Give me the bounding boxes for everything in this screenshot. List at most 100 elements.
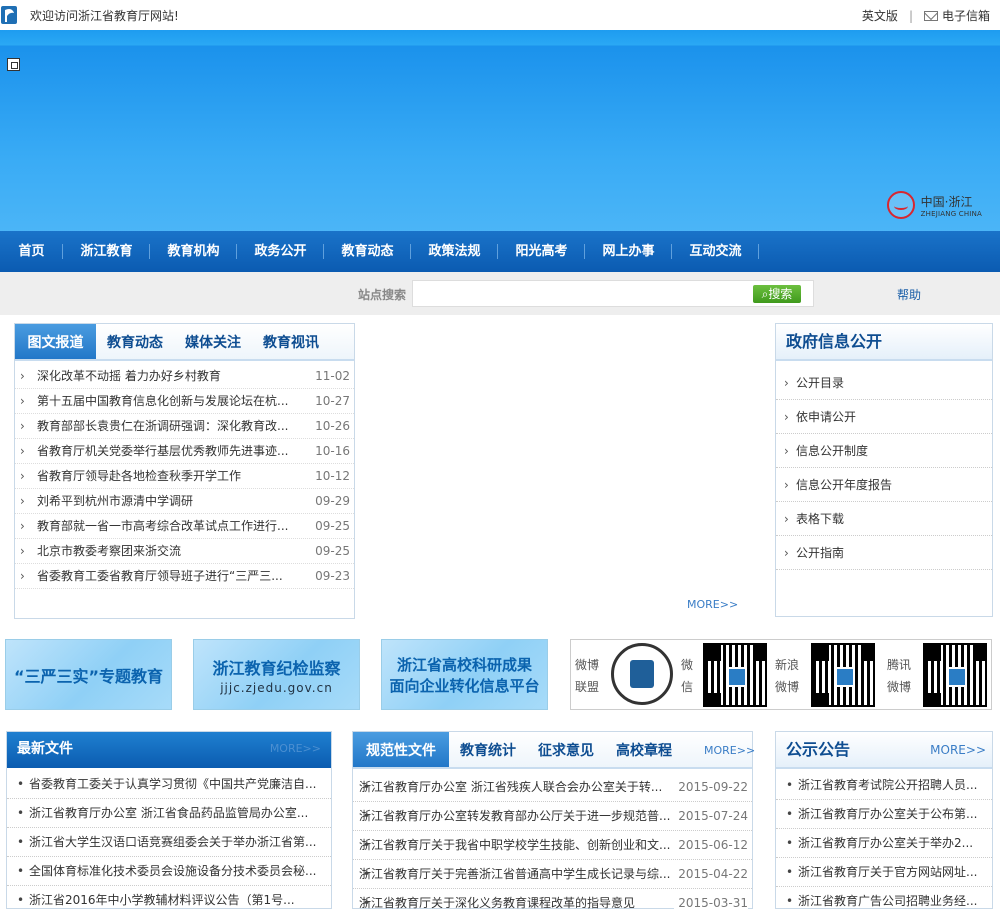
email-link[interactable]: 电子信箱 [923,7,990,24]
zhejiang-education-seal-icon[interactable] [611,643,673,705]
promo-discipline-inspection[interactable]: 浙江教育纪检监察 jjjc.zjedu.gov.cn [193,639,360,710]
nav-education-institutions[interactable]: 教育机构 [150,231,237,272]
social-media-box: 微博联盟 微信 新浪微博 腾讯微博 [570,639,992,710]
nav-home[interactable]: 首页 [0,231,63,272]
latest-files-more-link[interactable]: MORE>> [270,732,321,766]
gov-info-item[interactable]: 表格下载 [776,502,992,536]
news-item[interactable]: 教育部就一省一市高考综合改革试点工作进行...09-25 [15,514,354,539]
notice-item[interactable]: 浙江省教育厅关于官方网站网址... [776,858,992,887]
news-item[interactable]: 北京市教委考察团来浙交流09-25 [15,539,354,564]
latest-file-item[interactable]: 浙江省2016年中小学教辅材料评议公告（第1号... [7,886,331,909]
promo-subtitle: jjjc.zjedu.gov.cn [220,680,333,695]
docs-more-link[interactable]: MORE>> [704,744,755,757]
sina-weibo-label: 新浪微博 [774,658,799,694]
news-item[interactable]: 省教育厅机关党委举行基层优秀教师先进事迹...10-16 [15,439,354,464]
notice-item[interactable]: 浙江省教育厅办公室关于公布第... [776,800,992,829]
news-more-link[interactable]: MORE>> [687,598,738,611]
latest-files-header: 最新文件 MORE>> [7,732,331,768]
wechat-qr-icon[interactable] [703,643,767,707]
nav-government-affairs[interactable]: 政务公开 [237,231,324,272]
notice-panel: 公示公告 MORE>> 浙江省教育考试院公开招聘人员... 浙江省教育厅办公室关… [775,731,993,909]
zhejiang-logo-en: ZHEJIANG CHINA [920,209,982,218]
tab-education-statistics[interactable]: 教育统计 [449,732,527,767]
docs-list: 浙江省教育厅办公室 浙江省残疾人联合会办公室关于转...2015-09-22 浙… [353,773,752,909]
tab-education-video[interactable]: 教育视讯 [252,324,330,359]
wechat-label: 微信 [680,658,693,694]
tencent-weibo-label: 腾讯微博 [886,658,911,694]
news-item[interactable]: 第十五届中国教育信息化创新与发展论坛在杭...10-27 [15,389,354,414]
news-item[interactable]: 教育部部长袁贵仁在浙调研强调：深化教育改...10-26 [15,414,354,439]
tab-media-focus[interactable]: 媒体关注 [174,324,252,359]
mail-icon [923,10,938,21]
welcome-text: 欢迎访问浙江省教育厅网站! [30,9,179,23]
nav-sunshine-gaokao[interactable]: 阳光高考 [498,231,585,272]
tab-public-consultation[interactable]: 征求意见 [527,732,605,767]
docs-panel: 规范性文件 教育统计 征求意见 高校章程 浙江省教育厅办公室 浙江省残疾人联合会… [352,731,753,909]
latest-file-item[interactable]: 省委教育工委关于认真学习贯彻《中国共产党廉洁自... [7,770,331,799]
banner-image [0,46,1000,231]
nav-interaction[interactable]: 互动交流 [672,231,759,272]
tab-normative-docs[interactable]: 规范性文件 [353,732,449,767]
header-banner: 中国·浙江 ZHEJIANG CHINA [0,30,1000,231]
news-panel: 图文报道 教育动态 媒体关注 教育视讯 深化改革不动摇 着力办好乡村教育11-0… [14,323,355,619]
promo-title: 浙江教育纪检监察 [212,658,341,678]
latest-files-list: 省委教育工委关于认真学习贯彻《中国共产党廉洁自... 浙江省教育厅办公室 浙江省… [7,770,331,909]
doc-item[interactable]: 浙江省教育厅关于完善浙江省普通高中学生成长记录与综...2015-04-22 [353,860,752,889]
news-item[interactable]: 深化改革不动摇 着力办好乡村教育11-02 [15,364,354,389]
promo-three-strict[interactable]: “三严三实”专题教育 [5,639,172,710]
gov-info-item[interactable]: 信息公开年度报告 [776,468,992,502]
notice-more-link[interactable]: MORE>> [930,732,986,768]
english-link[interactable]: 英文版 [862,7,898,24]
search-button[interactable]: ⌕搜索 [753,285,801,303]
promo-research-platform[interactable]: 浙江省高校科研成果 面向企业转化信息平台 [381,639,548,710]
promo-title: 浙江省高校科研成果 [396,655,532,674]
gov-info-item[interactable]: 公开指南 [776,536,992,570]
gov-info-title: 政府信息公开 [776,324,992,361]
tab-university-charters[interactable]: 高校章程 [605,732,683,767]
tencent-weibo-qr-icon[interactable] [923,643,987,707]
zhejiang-logo-cn: 中国·浙江 [920,194,973,209]
doc-item[interactable]: 浙江省教育厅关于我省中职学校学生技能、创新创业和文...2015-06-12 [353,831,752,860]
notice-item[interactable]: 浙江省教育广告公司招聘业务经... [776,887,992,909]
gov-info-list: 公开目录 依申请公开 信息公开制度 信息公开年度报告 表格下载 公开指南 [776,366,992,570]
gov-info-item[interactable]: 公开目录 [776,366,992,400]
gov-info-panel: 政府信息公开 公开目录 依申请公开 信息公开制度 信息公开年度报告 表格下载 公… [775,323,993,617]
tab-education-news[interactable]: 教育动态 [96,324,174,359]
news-item[interactable]: 刘希平到杭州市源清中学调研09-29 [15,489,354,514]
broken-image-icon [7,58,20,71]
nav-online-services[interactable]: 网上办事 [585,231,672,272]
notice-header: 公示公告 MORE>> [776,732,992,769]
latest-files-title: 最新文件 [17,741,73,757]
news-item[interactable]: 省教育厅领导赴各地检查秋季开学工作10-12 [15,464,354,489]
weibo-union-label: 微博联盟 [574,658,599,694]
latest-file-item[interactable]: 浙江省教育厅办公室 浙江省食品药品监管局办公室... [7,799,331,828]
notice-item[interactable]: 浙江省教育厅办公室关于举办2... [776,829,992,858]
zhejiang-seal-icon [886,191,915,219]
search-label: 站点搜索 [358,288,407,302]
news-item[interactable]: 省委教育工委省教育厅领导班子进行“三严三...09-23 [15,564,354,589]
top-bar: 欢迎访问浙江省教育厅网站! 英文版 | 电子信箱 [0,0,1000,30]
zhejiang-logo: 中国·浙江 ZHEJIANG CHINA [886,191,982,219]
nav-policies[interactable]: 政策法规 [411,231,498,272]
news-list: 深化改革不动摇 着力办好乡村教育11-02 第十五届中国教育信息化创新与发展论坛… [15,364,354,589]
latest-file-item[interactable]: 全国体育标准化技术委员会设施设备分技术委员会秘... [7,857,331,886]
news-tabs: 图文报道 教育动态 媒体关注 教育视讯 [15,324,354,361]
notice-list: 浙江省教育考试院公开招聘人员... 浙江省教育厅办公室关于公布第... 浙江省教… [776,771,992,909]
sina-weibo-qr-icon[interactable] [811,643,875,707]
latest-file-item[interactable]: 浙江省大学生汉语口语竞赛组委会关于举办浙江省第... [7,828,331,857]
notice-item[interactable]: 浙江省教育考试院公开招聘人员... [776,771,992,800]
tab-photo-news[interactable]: 图文报道 [15,324,96,359]
promo-title: “三严三实”专题教育 [13,666,164,686]
site-logo-icon[interactable] [0,4,20,26]
promo-title-2: 面向企业转化信息平台 [389,676,540,695]
nav-education-news[interactable]: 教育动态 [324,231,411,272]
search-button-label: 搜索 [768,287,793,301]
doc-item[interactable]: 浙江省教育厅办公室 浙江省残疾人联合会办公室关于转...2015-09-22 [353,773,752,802]
email-link-label: 电子信箱 [941,9,990,23]
gov-info-item[interactable]: 依申请公开 [776,400,992,434]
doc-item[interactable]: 浙江省教育厅办公室转发教育部办公厅关于进一步规范普...2015-07-24 [353,802,752,831]
help-link[interactable]: 帮助 [897,286,921,303]
doc-item[interactable]: 浙江省教育厅关于深化义务教育课程改革的指导意见2015-03-31 [353,889,752,909]
nav-zhejiang-education[interactable]: 浙江教育 [63,231,150,272]
gov-info-item[interactable]: 信息公开制度 [776,434,992,468]
